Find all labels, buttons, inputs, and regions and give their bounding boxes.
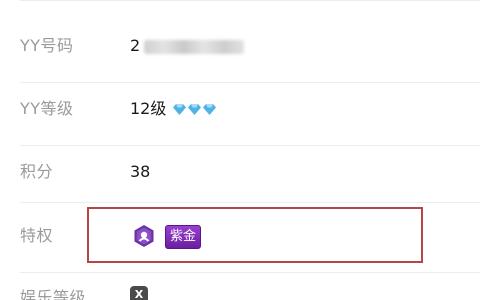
entertainment-level-label: 娱乐等级 <box>20 288 87 300</box>
privilege-badge[interactable]: 紫金 <box>165 225 202 249</box>
entertainment-level-icon-text: X <box>134 288 144 300</box>
masked-number <box>144 39 245 54</box>
yy-level-value: 12级 <box>130 91 217 127</box>
entertainment-level-icon: X <box>130 286 148 300</box>
yy-number-text: 2 <box>130 36 141 55</box>
divider <box>20 272 480 273</box>
row-yy-number: YY号码 2 <box>0 28 480 64</box>
yy-level-text: 12级 <box>130 99 167 118</box>
yy-number-label: YY号码 <box>20 36 74 55</box>
diamond-icon <box>173 104 187 115</box>
points-value: 38 <box>130 162 151 181</box>
diamond-icon <box>203 104 217 115</box>
divider <box>20 82 480 83</box>
divider <box>20 202 480 203</box>
purple-privilege-icon[interactable] <box>133 225 155 247</box>
row-points: 积分 38 <box>0 154 480 190</box>
divider <box>20 145 480 146</box>
yy-number-value: 2 <box>130 28 245 64</box>
diamond-icon <box>188 104 202 115</box>
profile-screen: YY号码 2 YY等级 12级 积分 38 特权 紫金 娱乐等级 X <box>0 0 480 300</box>
row-yy-level: YY等级 12级 <box>0 91 480 127</box>
privilege-label: 特权 <box>20 226 54 245</box>
yy-level-label: YY等级 <box>20 99 74 118</box>
points-label: 积分 <box>20 162 54 181</box>
divider <box>20 0 480 1</box>
